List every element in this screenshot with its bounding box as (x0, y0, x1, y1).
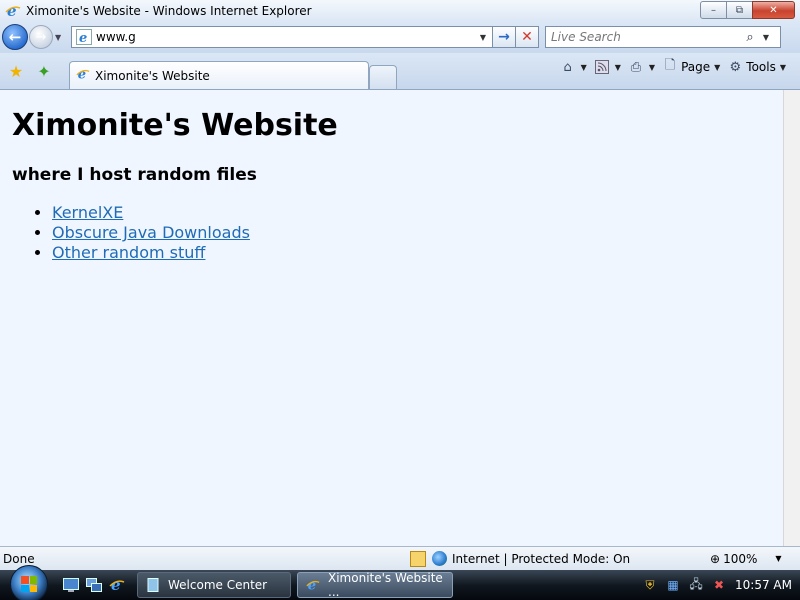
back-arrow-icon: ← (8, 28, 22, 46)
zoom-level: 100% (723, 551, 758, 566)
taskbar-item-ximonites-website[interactable]: e Ximonite's Website ... (297, 571, 453, 599)
security-zone[interactable]: Internet | Protected Mode: On (410, 550, 631, 567)
chevron-down-icon[interactable]: ▼ (775, 554, 781, 563)
search-icon[interactable]: ⌕ (741, 30, 759, 45)
quick-launch: e (62, 576, 131, 594)
page-heading: Ximonite's Website (12, 108, 338, 143)
search-options-dropdown-icon[interactable]: ▼ (759, 33, 773, 42)
minimize-button[interactable]: – (700, 1, 727, 19)
taskbar-item-welcome-center[interactable]: Welcome Center (137, 572, 291, 598)
restore-icon: ⧉ (735, 4, 744, 16)
navigation-bar: ← → ▼ e ▼ → ✕ ⌕ ▼ (0, 21, 800, 53)
search-input[interactable] (551, 30, 741, 44)
vertical-scrollbar[interactable] (783, 90, 800, 546)
search-box: ⌕ ▼ (545, 26, 781, 48)
status-text: Done (3, 551, 35, 566)
chevron-down-icon: ▼ (714, 62, 721, 72)
home-button[interactable]: ⌂ ▼ (559, 59, 587, 75)
address-input[interactable] (96, 30, 476, 44)
rss-feed-icon (593, 59, 611, 75)
status-bar: Done Internet | Protected Mode: On ⊕ 100… (0, 546, 800, 570)
internet-zone-globe-icon (432, 551, 447, 566)
forward-arrow-icon: → (35, 29, 47, 45)
window-title: Ximonite's Website - Windows Internet Ex… (26, 3, 312, 18)
link-kernelxe[interactable]: KernelXE (52, 203, 123, 222)
minimize-icon: – (711, 4, 716, 16)
switch-windows-icon[interactable] (85, 576, 103, 594)
svg-text:e: e (78, 67, 86, 81)
stop-icon: ✕ (521, 29, 533, 45)
favorites-star-icon[interactable]: ★ (5, 60, 27, 82)
window-title-bar: e Ximonite's Website - Windows Internet … (0, 0, 800, 21)
feeds-button[interactable]: ▼ (593, 59, 621, 75)
tab-ximonites-website[interactable]: e Ximonite's Website (69, 61, 369, 89)
forward-button[interactable]: → (29, 25, 53, 49)
command-bar: ⌂ ▼ ▼ ⎙ ▼ 🗋 Page ▼ ⚙ Tools ▼ (553, 58, 786, 75)
page-icon: e (76, 29, 92, 46)
svg-text:e: e (111, 577, 121, 593)
list-item: Other random stuff (52, 243, 771, 263)
add-to-favorites-icon[interactable]: ✦ (33, 60, 55, 82)
home-icon: ⌂ (563, 59, 572, 75)
print-icon: ⎙ (630, 59, 642, 75)
list-item: Obscure Java Downloads (52, 223, 771, 243)
tools-menu-button[interactable]: ⚙ Tools ▼ (726, 59, 786, 75)
print-button[interactable]: ⎙ ▼ (627, 59, 655, 75)
link-obscure-java-downloads[interactable]: Obscure Java Downloads (52, 223, 250, 242)
page-subheading: where I host random files (12, 165, 257, 185)
task-label: Welcome Center (168, 578, 268, 592)
page-content: Ximonite's Website where I host random f… (0, 90, 783, 546)
security-shield-icon[interactable]: ⛨ (642, 577, 658, 593)
tab-label: Ximonite's Website (95, 68, 210, 83)
internet-explorer-icon: e (306, 578, 320, 593)
zone-text: Internet | Protected Mode: On (452, 551, 631, 566)
chevron-down-icon[interactable]: ▼ (615, 63, 621, 72)
address-dropdown-icon[interactable]: ▼ (476, 33, 490, 42)
address-bar: e ▼ (71, 26, 493, 48)
recent-pages-dropdown[interactable]: ▼ (55, 33, 67, 42)
link-other-random-stuff[interactable]: Other random stuff (52, 243, 205, 262)
protected-mode-icon (410, 550, 426, 567)
svg-text:e: e (79, 31, 87, 45)
start-button[interactable] (10, 565, 48, 600)
tab-bar: ★ ✦ e Ximonite's Website ⌂ ▼ ▼ ⎙ ▼ 🗋 Pag… (0, 53, 800, 90)
volume-muted-icon[interactable]: ✖ (711, 577, 727, 593)
taskbar: e Welcome Center e Ximonite's Website ..… (0, 565, 800, 600)
page-menu-button[interactable]: 🗋 Page ▼ (661, 58, 721, 75)
new-tab-button[interactable] (369, 65, 397, 89)
windows-defender-icon[interactable]: ▦ (665, 577, 681, 593)
windows-logo-icon (21, 576, 37, 592)
clock[interactable]: 10:57 AM (735, 578, 792, 592)
go-button[interactable]: → (492, 26, 516, 48)
welcome-center-icon (146, 578, 160, 592)
back-button[interactable]: ← (2, 24, 28, 50)
gear-icon: ⚙ (729, 59, 742, 75)
zoom-control[interactable]: ⊕ 100% ▼ (710, 552, 782, 566)
show-desktop-icon[interactable] (62, 576, 80, 594)
chevron-down-icon: ▼ (779, 62, 786, 72)
chevron-down-icon[interactable]: ▼ (581, 63, 587, 72)
tab-ie-icon: e (76, 67, 90, 84)
zoom-magnifier-icon: ⊕ (710, 551, 721, 566)
go-arrow-icon: → (498, 29, 510, 45)
network-icon[interactable]: 🖧 (688, 577, 704, 593)
task-label: Ximonite's Website ... (328, 571, 443, 599)
stop-button[interactable]: ✕ (515, 26, 539, 48)
tools-menu-label: Tools (746, 60, 776, 74)
links-list: KernelXE Obscure Java Downloads Other ra… (52, 203, 771, 263)
chevron-down-icon[interactable]: ▼ (649, 63, 655, 72)
svg-text:e: e (308, 578, 316, 592)
system-tray: ⛨ ▦ 🖧 ✖ 10:57 AM (635, 577, 792, 593)
page-icon: 🗋 (664, 58, 676, 73)
restore-button[interactable]: ⧉ (726, 1, 753, 19)
close-window-button[interactable]: ✕ (752, 1, 795, 19)
internet-explorer-icon: e (5, 3, 21, 19)
page-menu-label: Page (681, 60, 711, 74)
close-icon: ✕ (769, 4, 778, 16)
list-item: KernelXE (52, 203, 771, 223)
svg-text:e: e (7, 3, 17, 19)
internet-explorer-launch-icon[interactable]: e (108, 576, 126, 594)
